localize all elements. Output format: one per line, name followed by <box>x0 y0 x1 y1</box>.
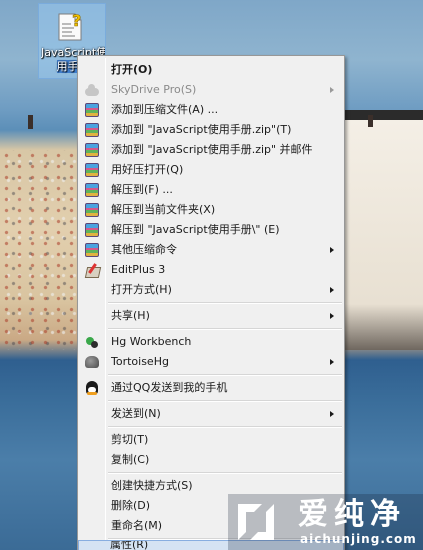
watermark: 爱纯净 aichunjing.com <box>228 494 423 550</box>
menu-item-label: SkyDrive Pro(S) <box>111 83 197 96</box>
submenu-arrow-icon <box>330 313 334 319</box>
winrar-icon <box>84 162 100 178</box>
submenu-arrow-icon <box>330 247 334 253</box>
menu-separator <box>108 302 342 304</box>
menu-separator <box>108 472 342 474</box>
menu-item-extract-to-folder[interactable]: 解压到 "JavaScript使用手册\" (E) <box>80 220 342 240</box>
menu-item-other-compress-commands[interactable]: 其他压缩命令 <box>80 240 342 260</box>
winrar-icon <box>84 222 100 238</box>
menu-item-add-to-archive[interactable]: 添加到压缩文件(A) ... <box>80 100 342 120</box>
menu-separator <box>108 328 342 330</box>
menu-item-label: 剪切(T) <box>111 433 149 446</box>
menu-item-open-with-haozip[interactable]: 用好压打开(Q) <box>80 160 342 180</box>
menu-item-send-to[interactable]: 发送到(N) <box>80 404 342 424</box>
menu-item-extract-here[interactable]: 解压到当前文件夹(X) <box>80 200 342 220</box>
menu-item-label: 用好压打开(Q) <box>111 163 184 176</box>
cloud-icon <box>84 82 100 98</box>
menu-item-label: 属性(R) <box>110 541 149 550</box>
menu-item-create-shortcut[interactable]: 创建快捷方式(S) <box>80 476 342 496</box>
submenu-arrow-icon <box>330 359 334 365</box>
menu-item-label: TortoiseHg <box>111 355 169 368</box>
submenu-arrow-icon <box>330 287 334 293</box>
watermark-logo-icon <box>238 504 274 540</box>
watermark-text-en: aichunjing.com <box>300 532 417 546</box>
submenu-arrow-icon <box>330 411 334 417</box>
winrar-icon <box>84 122 100 138</box>
winrar-icon <box>84 142 100 158</box>
winrar-icon <box>84 182 100 198</box>
menu-separator <box>108 400 342 402</box>
menu-item-label: 发送到(N) <box>111 407 161 420</box>
svg-text:?: ? <box>72 11 81 30</box>
menu-item-label: Hg Workbench <box>111 335 192 348</box>
menu-item-label: 打开(O) <box>111 63 153 76</box>
submenu-arrow-icon <box>330 87 334 93</box>
menu-item-label: 重命名(M) <box>111 519 163 532</box>
menu-item-label: 创建快捷方式(S) <box>111 479 193 492</box>
menu-item-label: EditPlus 3 <box>111 263 166 276</box>
menu-item-label: 共享(H) <box>111 309 150 322</box>
winrar-icon <box>84 102 100 118</box>
menu-item-label: 打开方式(H) <box>111 283 172 296</box>
menu-item-open[interactable]: 打开(O) <box>80 60 342 80</box>
menu-item-label: 删除(D) <box>111 499 151 512</box>
water-post <box>368 115 373 127</box>
menu-item-hg-workbench[interactable]: Hg Workbench <box>80 332 342 352</box>
menu-item-tortoisehg[interactable]: TortoiseHg <box>80 352 342 372</box>
water-post <box>28 115 33 129</box>
menu-item-label: 通过QQ发送到我的手机 <box>111 381 228 394</box>
menu-item-copy[interactable]: 复制(C) <box>80 450 342 470</box>
winrar-icon <box>84 242 100 258</box>
menu-item-label: 添加到 "JavaScript使用手册.zip"(T) <box>111 123 292 136</box>
menu-item-add-to-zip[interactable]: 添加到 "JavaScript使用手册.zip"(T) <box>80 120 342 140</box>
menu-item-editplus[interactable]: EditPlus 3 <box>80 260 342 280</box>
script-file-icon: ? <box>58 11 82 41</box>
menu-item-skydrive-pro[interactable]: SkyDrive Pro(S) <box>80 80 342 100</box>
qq-icon <box>84 380 100 396</box>
editplus-icon <box>84 262 100 278</box>
menu-item-send-via-qq[interactable]: 通过QQ发送到我的手机 <box>80 378 342 398</box>
menu-item-cut[interactable]: 剪切(T) <box>80 430 342 450</box>
menu-item-label: 添加到压缩文件(A) ... <box>111 103 219 116</box>
menu-item-share[interactable]: 共享(H) <box>80 306 342 326</box>
menu-item-label: 解压到(F) ... <box>111 183 173 196</box>
menu-separator <box>108 426 342 428</box>
context-menu: 打开(O) SkyDrive Pro(S) 添加到压缩文件(A) ... 添加到… <box>77 55 345 550</box>
menu-item-open-with[interactable]: 打开方式(H) <box>80 280 342 300</box>
menu-item-label: 复制(C) <box>111 453 150 466</box>
menu-item-label: 其他压缩命令 <box>111 243 177 256</box>
tortoisehg-icon <box>84 354 100 370</box>
watermark-text-cn: 爱纯净 <box>298 497 406 532</box>
menu-separator <box>108 374 342 376</box>
menu-item-add-to-zip-and-email[interactable]: 添加到 "JavaScript使用手册.zip" 并邮件 <box>80 140 342 160</box>
menu-item-label: 解压到当前文件夹(X) <box>111 203 216 216</box>
pier <box>345 120 423 350</box>
hg-workbench-icon <box>84 334 100 350</box>
winrar-icon <box>84 202 100 218</box>
menu-item-label: 解压到 "JavaScript使用手册\" (E) <box>111 223 280 236</box>
menu-item-label: 添加到 "JavaScript使用手册.zip" 并邮件 <box>111 143 313 156</box>
menu-item-extract-to[interactable]: 解压到(F) ... <box>80 180 342 200</box>
